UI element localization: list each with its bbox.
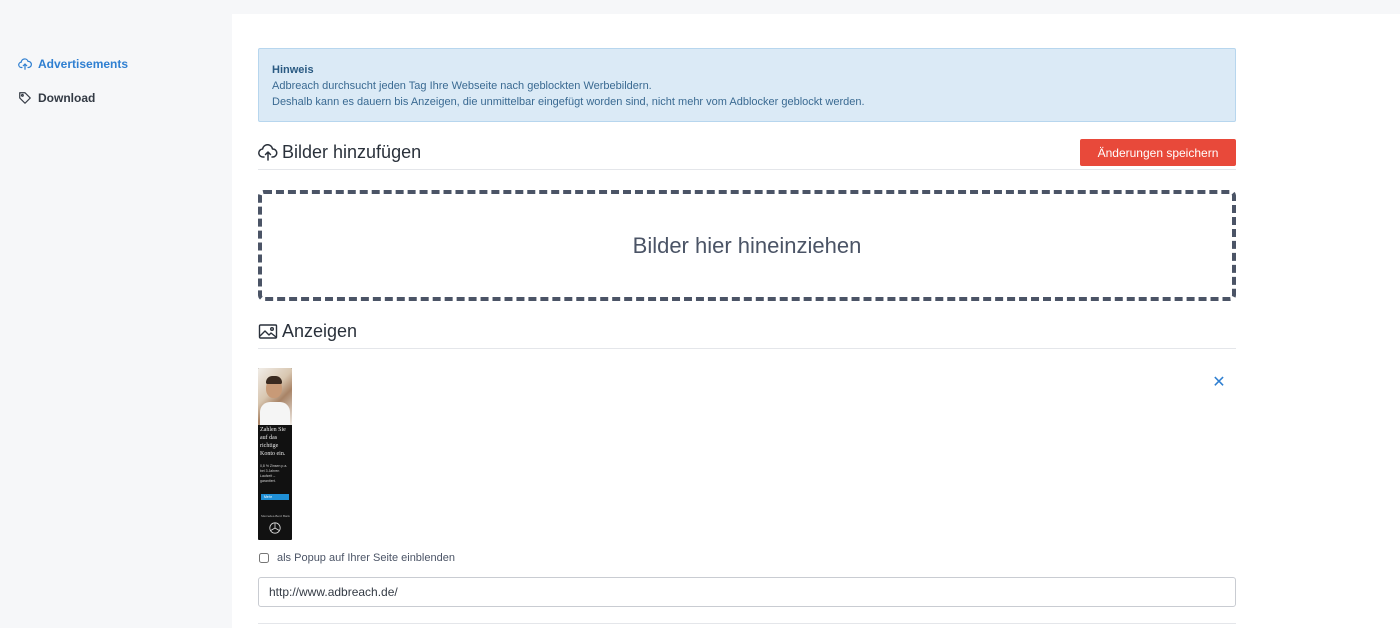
popup-label: als Popup auf Ihrer Seite einblenden — [277, 552, 455, 564]
main-panel: Hinweis Adbreach durchsucht jeden Tag Ih… — [232, 14, 1400, 628]
ad-thumbnail: Zahlen Sie auf das richtige Konto ein. 0… — [258, 368, 292, 540]
notice-text: Adbreach durchsucht jeden Tag Ihre Webse… — [272, 80, 652, 92]
cloud-upload-icon — [258, 143, 278, 162]
ad-subtext: 0,8 % Zinsen p.a. bei 3 Jahren Laufzeit … — [260, 464, 288, 483]
ad-button: Mehr — [261, 494, 289, 500]
cloud-upload-icon — [18, 57, 32, 71]
ad-photo — [258, 368, 292, 425]
sidebar: Advertisements Download — [0, 0, 232, 628]
sidebar-item-label: Download — [38, 91, 96, 105]
ad-headline: Zahlen Sie auf das richtige Konto ein. — [260, 427, 286, 457]
ad-brand: Mercedes-Benz Bank — [261, 514, 290, 518]
upload-section-header: Bilder hinzufügen Änderungen speichern — [258, 136, 1236, 170]
popup-option[interactable]: als Popup auf Ihrer Seite einblenden — [258, 552, 455, 564]
info-notice: Hinweis Adbreach durchsucht jeden Tag Ih… — [258, 48, 1236, 122]
divider — [258, 623, 1236, 624]
image-icon — [258, 323, 278, 341]
tag-icon — [18, 91, 32, 105]
sidebar-item-download[interactable]: Download — [18, 91, 95, 105]
dropzone-label: Bilder hier hineinziehen — [632, 232, 862, 258]
ads-section-header: Anzeigen — [258, 315, 1236, 349]
notice-text: Deshalb kann es dauern bis Anzeigen, die… — [272, 96, 865, 108]
section-title: Bilder hinzufügen — [282, 142, 422, 162]
notice-title: Hinweis — [272, 64, 314, 76]
ad-url-input[interactable] — [258, 577, 1236, 607]
save-changes-button[interactable]: Änderungen speichern — [1080, 139, 1236, 166]
sidebar-item-advertisements[interactable]: Advertisements — [18, 57, 128, 71]
mercedes-star-icon — [269, 522, 281, 534]
section-title: Anzeigen — [282, 321, 358, 341]
popup-checkbox[interactable] — [259, 553, 269, 563]
sidebar-item-label: Advertisements — [38, 57, 129, 71]
remove-ad-button[interactable]: ✕ — [1210, 374, 1228, 392]
image-dropzone[interactable]: Bilder hier hineinziehen — [258, 190, 1236, 301]
